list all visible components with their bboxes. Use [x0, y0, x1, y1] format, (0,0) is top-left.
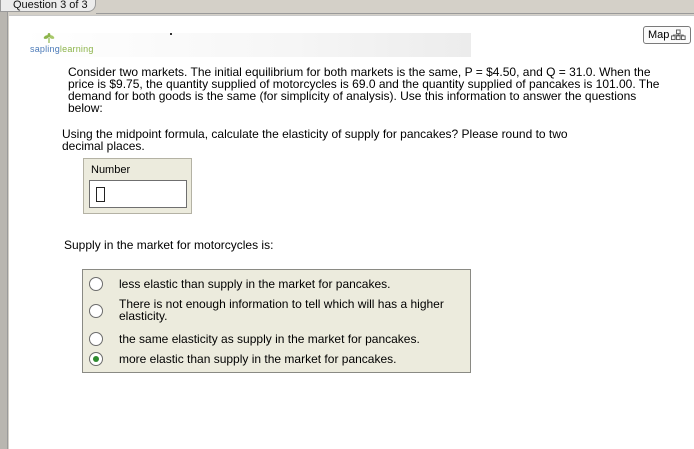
answer-options: less elastic than supply in the market f…: [82, 269, 471, 373]
part1-prompt: Using the midpoint formula, calculate th…: [62, 127, 568, 153]
number-label: Number: [91, 164, 131, 176]
option-label: the same elasticity as supply in the mar…: [119, 332, 420, 346]
sapling-banner: saplinglearning: [23, 33, 471, 57]
question-tab-label: Question 3 of 3: [13, 0, 88, 11]
sapling-leaf-icon: [43, 33, 55, 43]
radio-button[interactable]: [89, 304, 103, 318]
map-button-label: Map: [648, 29, 670, 41]
option-label: less elastic than supply in the market f…: [119, 277, 391, 291]
option-label: There is not enough information to tell …: [119, 297, 444, 323]
left-sidebar-bar: [0, 12, 8, 449]
radio-button[interactable]: [89, 277, 103, 291]
radio-button-selected[interactable]: [89, 352, 103, 366]
logo-text-sapling: sapling: [30, 44, 60, 54]
banner-dot: [170, 33, 172, 35]
logo-text-learning: learning: [59, 44, 94, 54]
radio-button[interactable]: [89, 332, 103, 346]
number-answer-box: Number: [83, 158, 192, 214]
map-button[interactable]: Map: [643, 26, 691, 44]
option-label: more elastic than supply in the market f…: [119, 352, 397, 366]
question-panel: Map saplinglearning Consider two markets…: [9, 15, 694, 449]
tab-strip: [96, 0, 694, 14]
map-grid-icon: [671, 29, 686, 41]
question-tab[interactable]: Question 3 of 3: [0, 0, 96, 12]
question-text: Consider two markets. The initial equili…: [68, 65, 660, 115]
sapling-logo: saplinglearning: [27, 33, 117, 57]
number-input[interactable]: [89, 180, 187, 208]
part2-prompt: Supply in the market for motorcycles is:: [64, 238, 274, 252]
